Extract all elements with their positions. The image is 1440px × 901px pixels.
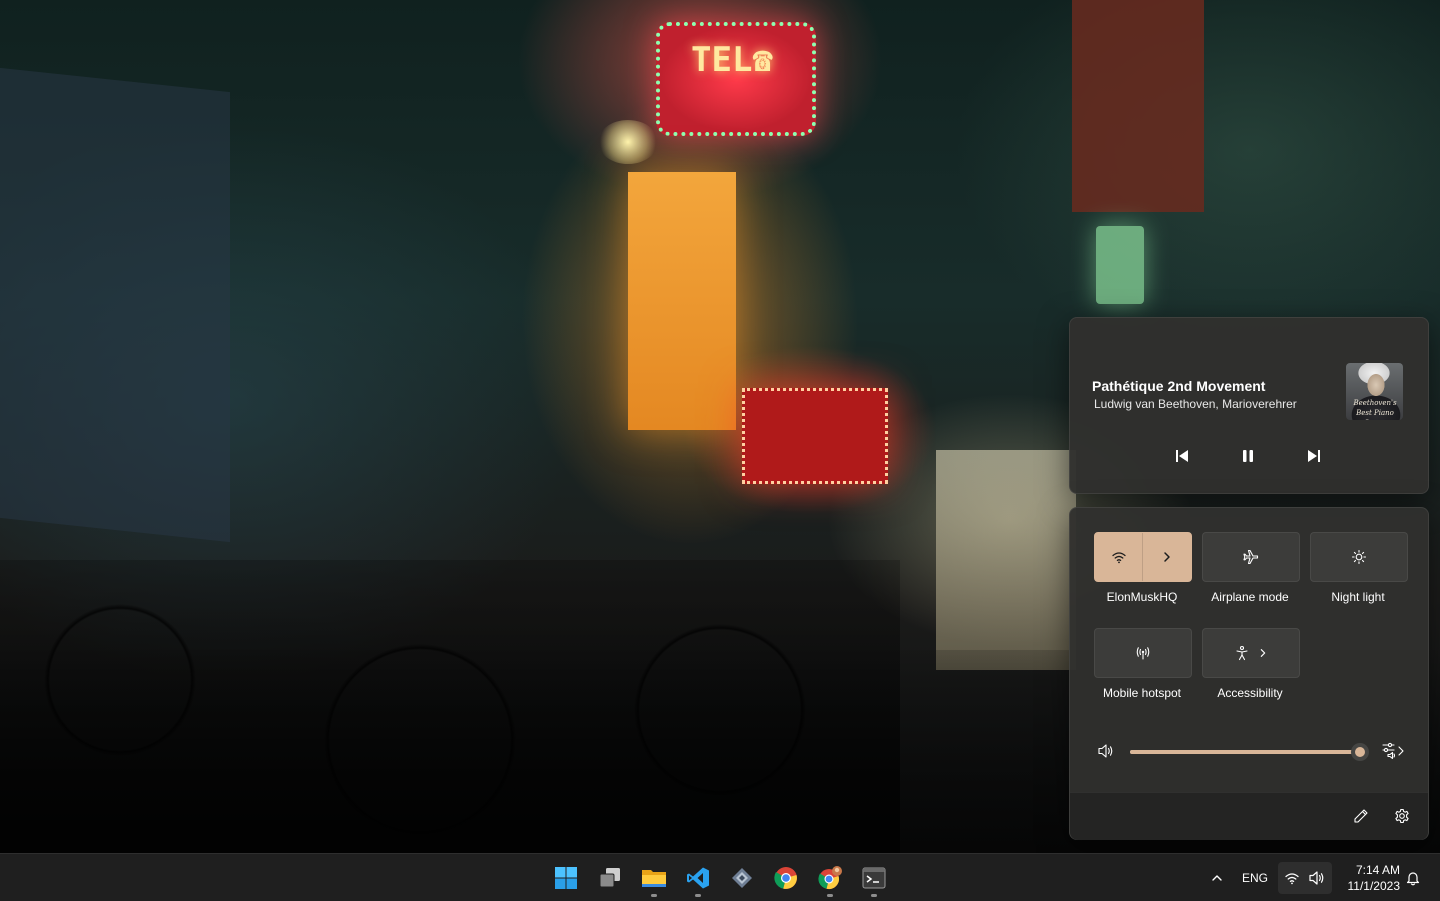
terminal-icon [862, 867, 886, 889]
quick-settings-button[interactable] [1278, 862, 1332, 894]
running-indicator [827, 894, 833, 897]
clock-date: 11/1/2023 [1347, 879, 1401, 893]
wallpaper-street-shop [936, 450, 1076, 670]
night-light-icon [1351, 549, 1367, 565]
start-button[interactable] [546, 858, 586, 898]
night-light-tile[interactable] [1310, 532, 1408, 582]
input-language-button[interactable]: ENG [1236, 862, 1274, 894]
next-track-button[interactable] [1298, 440, 1330, 472]
task-view-button[interactable] [590, 858, 630, 898]
airplane-mode-label: Airplane mode [1211, 590, 1289, 604]
album-art: Beethoven's Best Piano Songs [1346, 363, 1403, 420]
night-light-label: Night light [1331, 590, 1385, 604]
wallpaper-bicycles [0, 560, 900, 853]
pause-icon [1243, 450, 1253, 462]
airplane-mode-tile[interactable] [1202, 532, 1300, 582]
terminal-button[interactable] [854, 858, 894, 898]
chrome-profile-button[interactable] [810, 858, 850, 898]
show-hidden-icons-button[interactable] [1204, 862, 1230, 894]
chevron-up-icon [1212, 875, 1222, 881]
accessibility-label: Accessibility [1217, 686, 1283, 700]
clock-time: 7:14 AM [1355, 863, 1400, 877]
wifi-icon [1112, 552, 1126, 564]
wallpaper-street-lamp [598, 120, 658, 164]
accessibility-tile[interactable] [1202, 628, 1300, 678]
volume-slider-fill [1130, 750, 1360, 754]
mute-button[interactable] [1092, 737, 1120, 765]
airplane-icon [1243, 549, 1259, 565]
mobile-hotspot-label: Mobile hotspot [1102, 686, 1182, 700]
edit-quick-settings-button[interactable] [1347, 802, 1375, 830]
pause-button[interactable] [1232, 440, 1264, 472]
wallpaper-neon-sign-logo: TEL☎ [691, 40, 773, 80]
media-artist: Ludwig van Beethoven, Marioverehrer [1094, 397, 1297, 411]
chrome-profile-icon [818, 866, 842, 890]
vscode-icon [687, 867, 709, 889]
skip-previous-icon [1176, 450, 1188, 462]
wallpaper-red-neon-sign [742, 388, 888, 484]
wifi-tile [1094, 532, 1192, 582]
media-flyout: Pathétique 2nd Movement Ludwig van Beeth… [1069, 317, 1429, 494]
chevron-right-icon [1164, 552, 1170, 562]
notifications-button[interactable] [1400, 862, 1426, 894]
language-indicator: ENG [1241, 871, 1268, 885]
taskbar: ENG 7:14 AM 11/1/2023 [0, 853, 1440, 901]
hotspot-icon [1136, 647, 1150, 660]
task-view-icon [599, 868, 620, 888]
skip-next-icon [1308, 450, 1320, 462]
speaker-icon [1098, 744, 1113, 758]
running-indicator [871, 894, 877, 897]
vscode-button[interactable] [678, 858, 718, 898]
wifi-tile-label: ElonMuskHQ [1106, 590, 1178, 604]
volume-slider[interactable] [1130, 743, 1369, 761]
file-explorer-button[interactable] [634, 858, 674, 898]
wallpaper-green-light [1096, 226, 1144, 304]
clock[interactable]: 7:14 AM 11/1/2023 [1338, 862, 1401, 894]
folder-icon [642, 870, 666, 887]
all-settings-button[interactable] [1388, 802, 1416, 830]
wifi-expand-button[interactable] [1143, 533, 1191, 581]
media-title: Pathétique 2nd Movement [1092, 378, 1266, 394]
audio-output-button[interactable] [1376, 737, 1412, 765]
chrome-button[interactable] [766, 858, 806, 898]
previous-track-button[interactable] [1166, 440, 1198, 472]
wallpaper-left-wall [0, 67, 230, 543]
pencil-icon [1354, 809, 1368, 823]
gear-icon [1395, 808, 1409, 824]
wallpaper-orange-sign [628, 172, 736, 430]
wifi-toggle-button[interactable] [1095, 533, 1143, 581]
accessibility-icon [1236, 645, 1248, 661]
wifi-icon [1285, 873, 1299, 885]
volume-slider-thumb[interactable] [1351, 743, 1369, 761]
running-indicator [695, 894, 701, 897]
diamond-app-icon [732, 868, 752, 888]
diamond-app-button[interactable] [722, 858, 762, 898]
windows-start-icon [555, 867, 577, 889]
speaker-icon [1309, 871, 1324, 885]
chevron-right-icon [1260, 649, 1266, 657]
mobile-hotspot-tile[interactable] [1094, 628, 1192, 678]
running-indicator [651, 894, 657, 897]
bell-icon [1406, 872, 1420, 886]
wallpaper-right-sign [1072, 0, 1204, 212]
quick-settings-footer [1070, 792, 1428, 840]
audio-mixer-icon [1382, 742, 1404, 760]
quick-settings-panel: ElonMuskHQ Airplane mode Night light Mob… [1069, 507, 1429, 840]
album-art-text: Beethoven's Best Piano Songs [1353, 399, 1397, 420]
chrome-icon [774, 867, 797, 889]
